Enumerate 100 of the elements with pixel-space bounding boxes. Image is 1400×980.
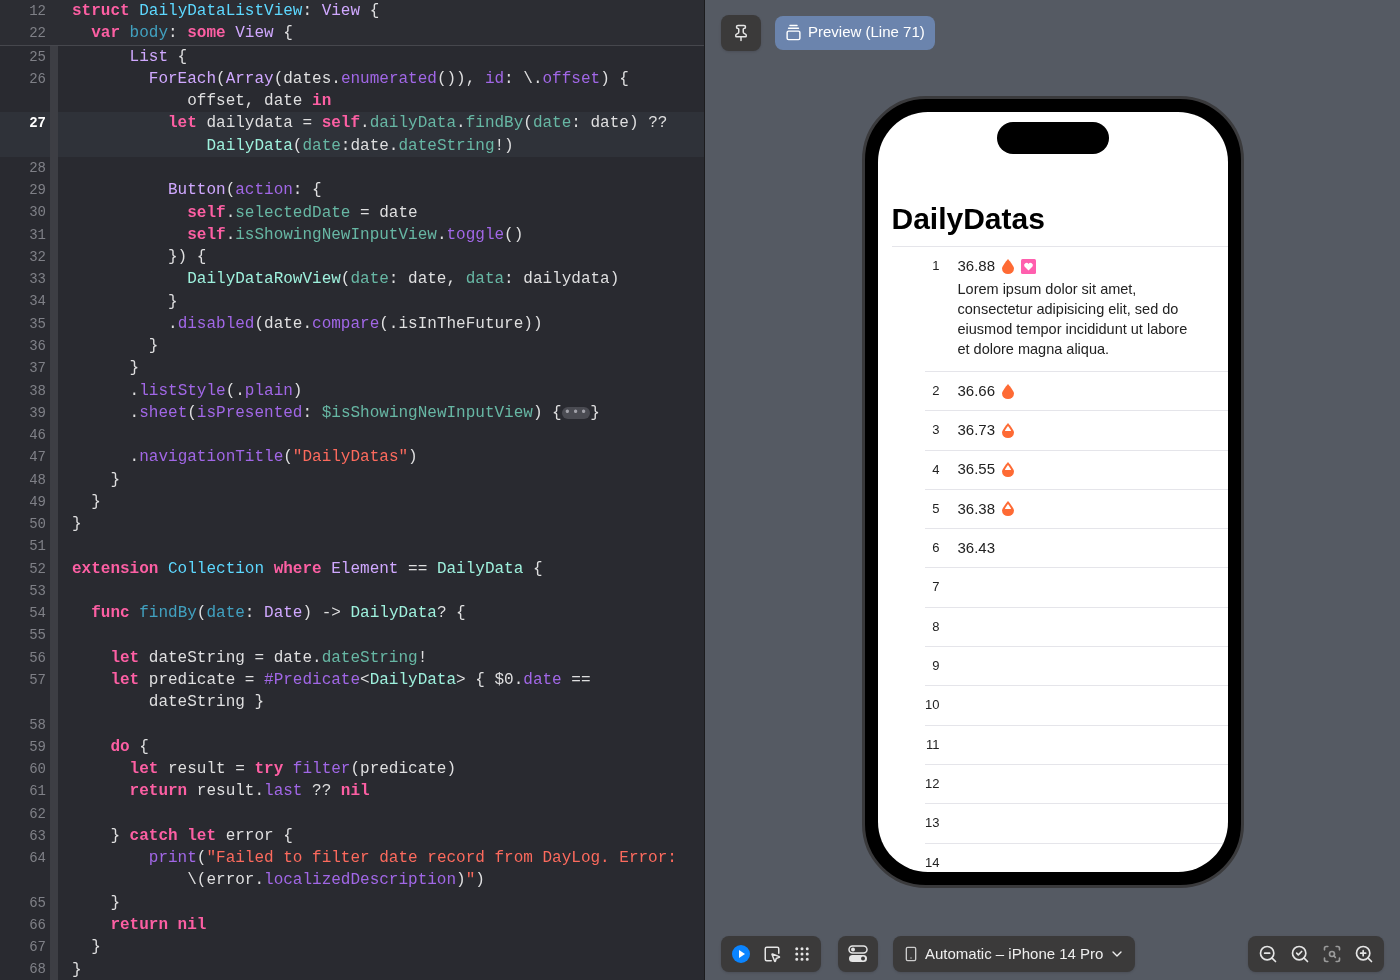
- pin-button[interactable]: [721, 14, 761, 51]
- pointer-icon[interactable]: [763, 945, 781, 963]
- toggles-icon: [848, 945, 868, 963]
- play-icon[interactable]: [731, 944, 751, 964]
- line-number: 62: [28, 804, 47, 824]
- row-number: 13: [925, 814, 940, 833]
- code-line: }: [128, 358, 141, 380]
- line-number: 33: [28, 270, 47, 290]
- code-line: let result = try filter(predicate): [128, 759, 458, 781]
- code-line: .disabled(date.compare(.isInTheFuture)): [167, 313, 544, 335]
- magnifier-icon[interactable]: [1322, 944, 1342, 964]
- line-number: 30: [28, 203, 47, 223]
- line-number: 67: [28, 938, 47, 958]
- line-number: 60: [28, 760, 47, 780]
- line-number: 59: [28, 737, 47, 757]
- row-number: 5: [932, 499, 940, 518]
- row-number: 11: [926, 735, 940, 754]
- magnifier-icon[interactable]: [1290, 944, 1310, 964]
- code-line: extension Collection where Element == DailyData {: [71, 558, 544, 580]
- line-number: 29: [28, 181, 47, 201]
- temperature-value: 36.43: [957, 537, 996, 558]
- line-number: 47: [28, 448, 47, 468]
- row-number: 2: [932, 382, 940, 400]
- line-number: 52: [28, 559, 47, 579]
- row-number: 6: [932, 539, 940, 558]
- code-line: offset, date in: [186, 91, 333, 113]
- code-line: \(error.localizedDescription)"): [186, 870, 486, 892]
- preview-tab[interactable]: Preview (Line 71): [775, 15, 935, 50]
- code-line: } catch let error {: [109, 825, 294, 847]
- line-number: 27: [0, 112, 50, 157]
- line-number: 50: [28, 515, 47, 535]
- line-number: 53: [28, 581, 47, 601]
- code-line: }: [167, 291, 179, 313]
- code-line: var body: some View {: [90, 23, 294, 45]
- code-line: func findBy(date: Date) -> DailyData? {: [90, 603, 467, 625]
- code-line: List {: [128, 46, 189, 68]
- row-number: 7: [932, 578, 940, 597]
- code-line: ForEach(Array(dates.enumerated()), id: \.offset) {: [147, 68, 630, 90]
- row-number: 12: [925, 774, 940, 793]
- temperature-value: 36.73: [957, 420, 996, 441]
- preview-icon: [785, 24, 802, 41]
- line-number: 39: [28, 403, 47, 423]
- line-number: 55: [28, 626, 47, 646]
- note-text: Lorem ipsum dolor sit amet, consectetur adipisicing elit, sed do eiusmod tempor incididunt ut labore et dolore magna aliqua.: [957, 280, 1189, 359]
- code-line: DailyDataRowView(date: date, data: dailydata): [186, 269, 621, 291]
- line-number: 25: [28, 47, 47, 67]
- line-number: 37: [28, 359, 47, 379]
- code-line: Button(action: {: [167, 180, 323, 202]
- code-line: }: [109, 469, 121, 491]
- code-line: dateString }: [147, 692, 266, 714]
- line-number: 56: [28, 648, 47, 668]
- half-drop-icon: [1002, 462, 1015, 478]
- line-number: 68: [28, 960, 47, 980]
- code-line: }: [90, 937, 102, 959]
- grid-icon[interactable]: [793, 945, 811, 963]
- temperature-value: 36.88: [957, 255, 996, 276]
- code-line: }: [147, 336, 160, 358]
- row-number: 3: [932, 421, 940, 440]
- line-number: 57: [28, 670, 47, 690]
- half-drop-icon: [1002, 501, 1015, 517]
- line-number: 54: [28, 604, 47, 624]
- temperature-value: 36.55: [957, 459, 996, 480]
- code-line: self.isShowingNewInputView.toggle(): [186, 224, 525, 246]
- row-number: 14: [925, 853, 940, 872]
- device-picker[interactable]: Automatic – iPhone 14 Pro: [893, 936, 1136, 972]
- line-number: 66: [28, 915, 47, 935]
- code-line: print("Failed to filter date record from DayLog. Error:: [147, 848, 678, 870]
- zoom-out-icon[interactable]: [1258, 944, 1278, 964]
- line-number: 58: [28, 715, 47, 735]
- settings-button[interactable]: [838, 936, 878, 972]
- phone-icon: [903, 946, 919, 962]
- half-drop-icon: [1002, 422, 1015, 438]
- line-number: 46: [28, 426, 47, 446]
- line-number: 49: [28, 492, 47, 512]
- pin-icon: [732, 23, 750, 42]
- navigation-title: DailyDatas: [890, 204, 1046, 234]
- line-number: 65: [28, 893, 47, 913]
- row-number: 8: [932, 617, 940, 636]
- code-line: }: [71, 514, 83, 536]
- code-line: .sheet(isPresented: $isShowingNewInputView) {•••}: [128, 402, 601, 424]
- line-number: 63: [28, 826, 47, 846]
- temperature-value: 36.38: [957, 498, 996, 519]
- line-number: 26: [28, 69, 47, 89]
- line-number: 12: [28, 2, 47, 21]
- code-line: struct DailyDataListView: View {: [71, 1, 381, 23]
- line-number: 35: [28, 314, 47, 334]
- drop-icon: [1002, 258, 1015, 274]
- zoom-in-icon[interactable]: [1354, 944, 1374, 964]
- code-line: }) {: [167, 247, 208, 269]
- line-number: 38: [28, 381, 47, 401]
- row-number: 1: [932, 257, 940, 275]
- code-line: }: [71, 959, 83, 980]
- line-number: 61: [28, 782, 47, 802]
- code-line: do {: [109, 736, 150, 758]
- code-line: }: [90, 491, 102, 513]
- line-number: 36: [28, 337, 47, 356]
- row-number: 4: [932, 460, 940, 479]
- code-line: let predicate = #Predicate<DailyData> { $0.date ==: [109, 670, 592, 692]
- line-number: 64: [28, 849, 47, 869]
- line-number: 22: [28, 24, 47, 44]
